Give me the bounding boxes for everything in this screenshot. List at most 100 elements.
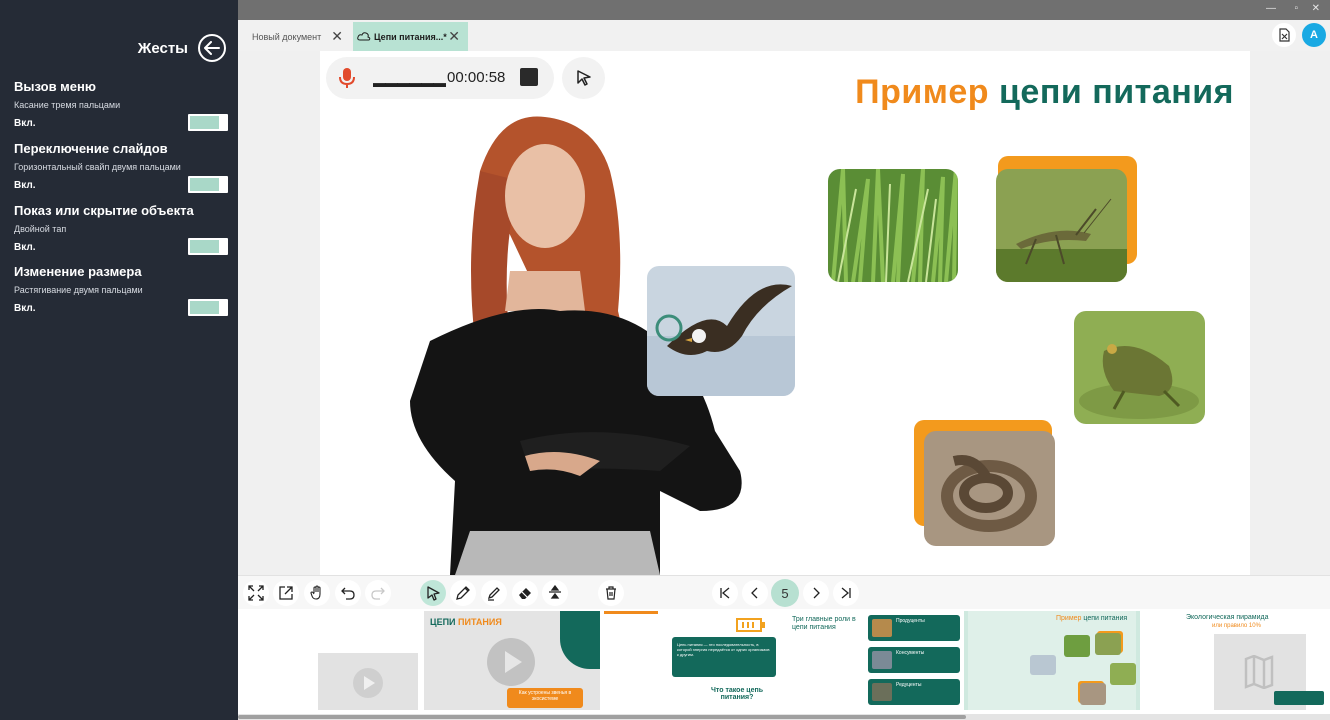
tab-bar: Новый документ ✕ Цепи питания...* ✕ A — [238, 20, 1330, 51]
header-right-icons: A — [1272, 23, 1326, 47]
thumbnail-scrollbar[interactable] — [238, 714, 1330, 720]
eraser-tool-button[interactable] — [512, 580, 538, 606]
shapes-tool-button[interactable] — [542, 580, 568, 606]
recording-timer: 00:00:58 — [447, 69, 506, 86]
undo-icon — [341, 587, 355, 600]
setting-show-hide: Показ или скрытие объекта Двойной тап Вк… — [14, 203, 230, 255]
stop-recording-button[interactable] — [520, 68, 538, 86]
thumbnail-title-part2: ПИТАНИЯ — [458, 617, 502, 627]
map-icon — [1244, 655, 1274, 689]
user-avatar[interactable]: A — [1302, 23, 1326, 47]
thumbnail-title: ЦЕПИ ПИТАНИЯ — [430, 617, 502, 627]
redo-button[interactable] — [365, 580, 391, 606]
current-slide-number: 5 — [771, 579, 799, 607]
pen-icon — [456, 586, 470, 600]
thumbnail-slide-3[interactable]: Цепь питания — это последовательность, в… — [604, 611, 780, 710]
slide-canvas[interactable]: Пример цепи питания — [320, 51, 1250, 575]
play-icon — [487, 638, 535, 686]
first-slide-button[interactable] — [712, 580, 738, 606]
back-button[interactable] — [198, 34, 226, 62]
stamp-icon — [549, 585, 561, 599]
minimize-icon[interactable]: — — [1266, 3, 1276, 14]
setting-title: Вызов меню — [14, 79, 96, 94]
role-image — [872, 619, 892, 637]
panel-header: Жесты — [0, 34, 238, 64]
eagle-image[interactable] — [647, 266, 795, 396]
close-tab-icon[interactable]: ✕ — [331, 29, 343, 43]
thumbnail-title: Три главные роли в цепи питания — [792, 616, 856, 631]
hand-tool-button[interactable] — [304, 580, 330, 606]
highlighter-tool-button[interactable] — [481, 580, 507, 606]
role-image — [872, 683, 892, 701]
grass-image[interactable] — [828, 169, 958, 282]
thumbnail-title-part1: ЦЕПИ — [430, 617, 456, 627]
tab-label: Цепи питания...* — [374, 31, 447, 42]
maximize-icon[interactable]: ▫ — [1294, 3, 1298, 14]
undo-button[interactable] — [335, 580, 361, 606]
setting-menu-call: Вызов меню Касание тремя пальцами Вкл. — [14, 79, 230, 131]
resize-toggle[interactable] — [188, 299, 228, 316]
tab-new-document[interactable]: Новый документ ✕ — [240, 22, 351, 51]
open-external-button[interactable] — [273, 580, 299, 606]
grasshopper-image[interactable] — [996, 169, 1127, 282]
role-card: Продуценты — [868, 615, 960, 641]
frog-image[interactable] — [1074, 311, 1205, 424]
title-bar: — ▫ ✕ — [238, 0, 1330, 20]
next-slide-button[interactable] — [803, 580, 829, 606]
cursor-icon — [576, 70, 591, 86]
battery-icon — [736, 618, 765, 632]
thumbnail-slide-2[interactable]: ЦЕПИ ПИТАНИЯ Как устроены звенья в экоси… — [424, 611, 600, 710]
bottom-toolbar: 5 — [238, 575, 1330, 609]
thumbnail-title: Экологическая пирамида — [1186, 614, 1269, 621]
toggle-fill — [190, 240, 219, 253]
microphone-icon[interactable] — [338, 67, 356, 94]
thumbnail-slide-6[interactable]: Экологическая пирамида или правило 10% — [1144, 611, 1330, 710]
redo-icon — [371, 587, 385, 600]
app-window: Жесты Вызов меню Касание тремя пальцами … — [0, 0, 1330, 720]
menu-call-toggle[interactable] — [188, 114, 228, 131]
scrollbar-thumb[interactable] — [238, 715, 966, 719]
thumbnail-title: Пример цепи питания — [1056, 615, 1127, 622]
thumbnail-slide-1[interactable] — [238, 611, 422, 710]
audio-level: ▬▬▬▬▬▬ — [373, 75, 446, 90]
toggle-fill — [190, 116, 219, 129]
setting-description: Растягивание двумя пальцами — [14, 285, 143, 295]
close-window-icon[interactable]: ✕ — [1312, 3, 1320, 14]
setting-resize: Изменение размера Растягивание двумя пал… — [14, 264, 230, 316]
cloud-sync-icon — [357, 31, 371, 40]
eraser-icon — [519, 588, 531, 599]
close-tab-icon[interactable]: ✕ — [448, 29, 460, 43]
slide-switch-toggle[interactable] — [188, 176, 228, 193]
chevron-right-icon — [813, 587, 820, 599]
thumbnail-title-part1: Пример — [1056, 615, 1082, 622]
thumbnail-slide-4[interactable]: Три главные роли в цепи питания Продуцен… — [784, 611, 960, 710]
fullscreen-icon — [248, 585, 264, 601]
panel-title: Жесты — [137, 40, 188, 57]
thumbnail-slide-5-current[interactable]: Пример цепи питания — [964, 611, 1140, 710]
definition-box: Цепь питания — это последовательность, в… — [672, 637, 776, 677]
thumbnail-button: Как устроены звенья в экосистеме — [507, 688, 583, 708]
setting-description: Двойной тап — [14, 224, 67, 234]
fullscreen-button[interactable] — [243, 580, 269, 606]
last-slide-button[interactable] — [833, 580, 859, 606]
eagle-mini — [1030, 655, 1056, 675]
setting-title: Изменение размера — [14, 264, 142, 279]
pen-tool-button[interactable] — [450, 580, 476, 606]
role-label: Консументы — [896, 650, 925, 656]
slide-title: Пример цепи питания — [855, 73, 1234, 112]
hand-icon — [310, 585, 321, 600]
cursor-icon — [427, 586, 440, 601]
pointer-button[interactable] — [562, 57, 605, 99]
snake-image[interactable] — [924, 431, 1055, 546]
thumbnail-title-part2: цепи питания — [1083, 615, 1128, 622]
close-document-button[interactable] — [1272, 23, 1296, 47]
delete-button[interactable] — [598, 580, 624, 606]
grass-photo — [828, 169, 958, 282]
show-hide-toggle[interactable] — [188, 238, 228, 255]
tab-food-chains[interactable]: Цепи питания...* ✕ — [353, 22, 468, 51]
previous-slide-button[interactable] — [742, 580, 768, 606]
snake-photo — [924, 431, 1055, 546]
toggle-fill — [190, 301, 219, 314]
frog-mini — [1110, 663, 1136, 685]
select-tool-button[interactable] — [420, 580, 446, 606]
